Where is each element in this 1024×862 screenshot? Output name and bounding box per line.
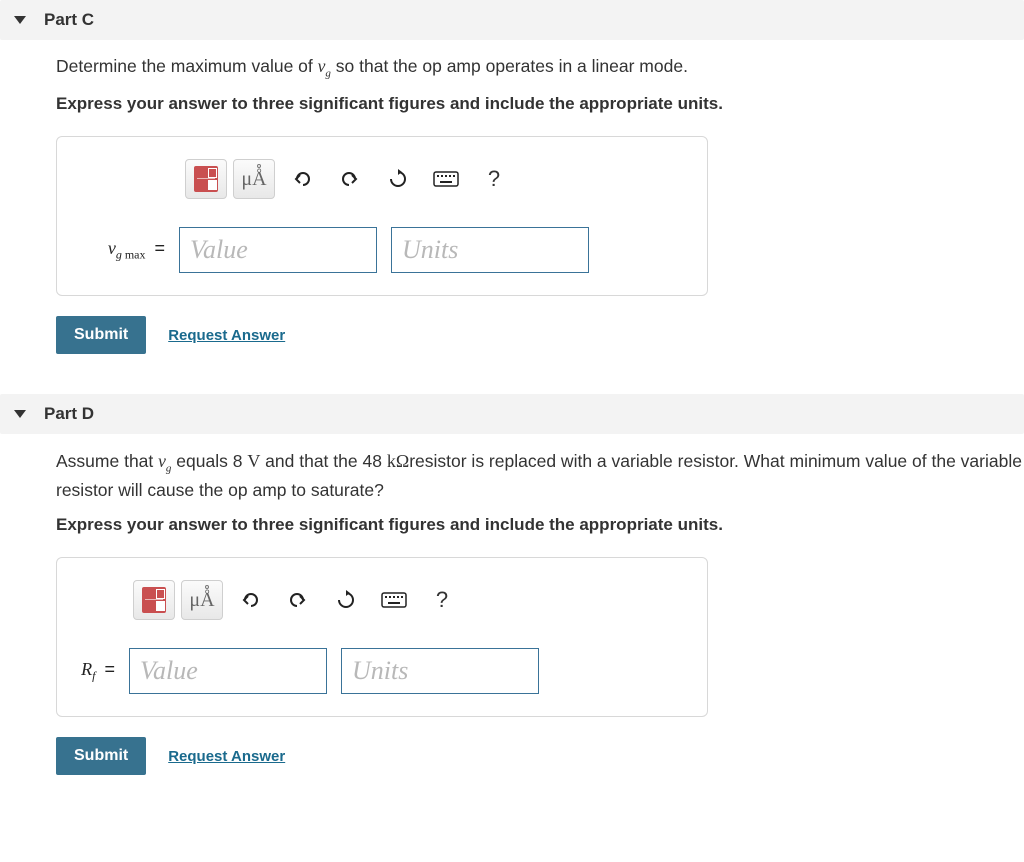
variable-label: Rf = bbox=[75, 659, 115, 684]
part-d-instruction: Express your answer to three significant… bbox=[56, 515, 1024, 535]
text: so that the op amp operates in a linear … bbox=[331, 56, 688, 76]
toolbar: μÅ ? bbox=[185, 159, 689, 199]
help-button[interactable]: ? bbox=[473, 159, 515, 199]
part-c-answer-box: μÅ ? vg max = bbox=[56, 136, 708, 296]
part-c-title: Part C bbox=[44, 10, 94, 30]
undo-button[interactable] bbox=[229, 580, 271, 620]
help-button[interactable]: ? bbox=[421, 580, 463, 620]
request-answer-link[interactable]: Request Answer bbox=[168, 327, 285, 344]
units-placeholder: Units bbox=[402, 235, 458, 265]
part-c-body: Determine the maximum value of vg so tha… bbox=[0, 54, 1024, 354]
toolbar: μÅ ? bbox=[133, 580, 689, 620]
undo-icon bbox=[240, 591, 260, 609]
keyboard-icon bbox=[433, 171, 459, 187]
value-input[interactable]: Value bbox=[179, 227, 377, 273]
keyboard-button[interactable] bbox=[425, 159, 467, 199]
redo-button[interactable] bbox=[329, 159, 371, 199]
part-c-instruction: Express your answer to three significant… bbox=[56, 94, 1024, 114]
answer-row: Rf = Value Units bbox=[75, 648, 689, 694]
help-icon: ? bbox=[436, 587, 448, 613]
part-d-question: Assume that vg equals 8 V and that the 4… bbox=[56, 448, 1024, 503]
answer-row: vg max = Value Units bbox=[75, 227, 689, 273]
reset-button[interactable] bbox=[325, 580, 367, 620]
fraction-template-button[interactable] bbox=[185, 159, 227, 199]
help-icon: ? bbox=[488, 166, 500, 192]
units-input[interactable]: Units bbox=[391, 227, 589, 273]
unit-kohm: kΩ bbox=[387, 451, 409, 471]
value-placeholder: Value bbox=[140, 656, 198, 686]
part-c-question: Determine the maximum value of vg so tha… bbox=[56, 54, 1024, 82]
variable-label: vg max = bbox=[75, 238, 165, 263]
fraction-icon bbox=[142, 587, 166, 613]
part-d-actions: Submit Request Answer bbox=[56, 737, 1024, 775]
part-d-header[interactable]: Part D bbox=[0, 394, 1024, 434]
reset-icon bbox=[336, 590, 356, 610]
caret-down-icon bbox=[14, 16, 26, 24]
part-c-header[interactable]: Part C bbox=[0, 0, 1024, 40]
keyboard-icon bbox=[381, 592, 407, 608]
units-format-button[interactable]: μÅ bbox=[233, 159, 275, 199]
request-answer-link[interactable]: Request Answer bbox=[168, 748, 285, 765]
keyboard-button[interactable] bbox=[373, 580, 415, 620]
units-format-button[interactable]: μÅ bbox=[181, 580, 223, 620]
fraction-template-button[interactable] bbox=[133, 580, 175, 620]
caret-down-icon bbox=[14, 410, 26, 418]
redo-button[interactable] bbox=[277, 580, 319, 620]
undo-button[interactable] bbox=[281, 159, 323, 199]
undo-icon bbox=[292, 170, 312, 188]
text: and that the 48 bbox=[260, 451, 387, 471]
fraction-icon bbox=[194, 166, 218, 192]
unit-volt: V bbox=[247, 451, 260, 471]
value-input[interactable]: Value bbox=[129, 648, 327, 694]
submit-button[interactable]: Submit bbox=[56, 316, 146, 354]
part-c-actions: Submit Request Answer bbox=[56, 316, 1024, 354]
part-d-answer-box: μÅ ? Rf = bbox=[56, 557, 708, 717]
submit-button[interactable]: Submit bbox=[56, 737, 146, 775]
units-placeholder: Units bbox=[352, 656, 408, 686]
text: Assume that bbox=[56, 451, 158, 471]
text: equals 8 bbox=[171, 451, 247, 471]
value-placeholder: Value bbox=[190, 235, 248, 265]
units-input[interactable]: Units bbox=[341, 648, 539, 694]
redo-icon bbox=[340, 170, 360, 188]
units-icon: μÅ bbox=[186, 587, 218, 613]
reset-icon bbox=[388, 169, 408, 189]
text: Determine the maximum value of bbox=[56, 56, 318, 76]
part-d-body: Assume that vg equals 8 V and that the 4… bbox=[0, 448, 1024, 775]
units-icon: μÅ bbox=[238, 166, 270, 192]
variable-v: v bbox=[158, 451, 166, 471]
part-d-title: Part D bbox=[44, 404, 94, 424]
reset-button[interactable] bbox=[377, 159, 419, 199]
redo-icon bbox=[288, 591, 308, 609]
